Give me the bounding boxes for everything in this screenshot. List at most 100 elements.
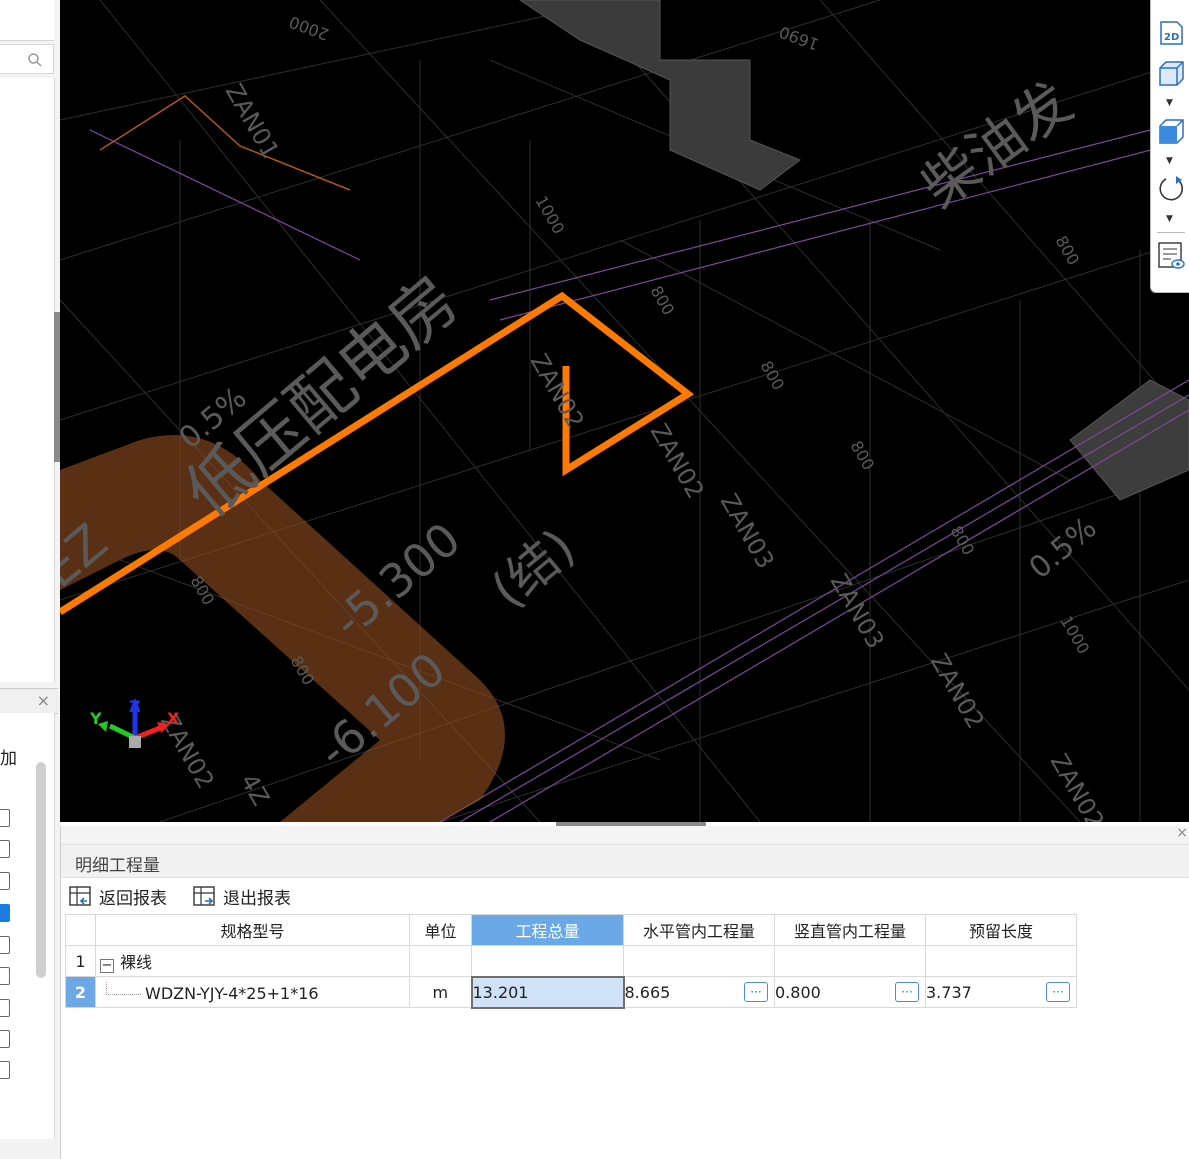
- vertical-value: 0.800: [775, 982, 821, 1002]
- dim-label: 800: [757, 358, 789, 394]
- left-checkbox[interactable]: [0, 809, 10, 827]
- axis-x-label: X: [167, 709, 180, 728]
- view-toolbar: 2D ▼ ▼ ▼: [1150, 0, 1189, 293]
- cube-face-icon[interactable]: [1156, 116, 1186, 146]
- row-number: 2: [65, 976, 96, 1008]
- detail-quantity-table: 规格型号 单位 工程总量 水平管内工程量 竖直管内工程量 预留长度 1 − 裸线 …: [65, 914, 1077, 1009]
- tree-connector: [106, 981, 141, 995]
- total-cell[interactable]: [471, 945, 624, 977]
- left-checkbox[interactable]: [0, 967, 10, 985]
- chevron-down-icon[interactable]: ▼: [1166, 214, 1173, 224]
- return-report-label: 返回报表: [99, 889, 167, 909]
- more-button[interactable]: ···: [1046, 982, 1070, 1002]
- chevron-down-icon[interactable]: ▼: [1166, 156, 1173, 166]
- chevron-down-icon[interactable]: ▼: [1166, 98, 1173, 108]
- horizontal-cell[interactable]: [623, 945, 775, 977]
- unit-cell: m: [409, 976, 472, 1008]
- left-top-box[interactable]: [0, 0, 54, 41]
- unit-cell: [409, 945, 472, 977]
- table-return-icon: [69, 885, 91, 906]
- spec-cell[interactable]: − 裸线: [95, 945, 410, 977]
- conduit-line: [99, 95, 351, 191]
- dim-label: 800: [947, 523, 979, 559]
- left-checkbox[interactable]: [0, 999, 10, 1017]
- search-icon: [28, 53, 42, 67]
- exit-report-button[interactable]: 退出报表: [193, 884, 291, 909]
- dim-label: 1690: [777, 22, 822, 54]
- total-cell[interactable]: 13.201: [470, 975, 625, 1009]
- dim-label: 800: [1052, 233, 1084, 269]
- left-add-label: 加: [0, 749, 17, 769]
- left-checkbox[interactable]: [0, 1061, 10, 1079]
- detail-quantity-panel: × 明细工程量 返回报表 退出报表 规格型号 单位 工程总量 水平管内工程量 竖…: [60, 825, 1189, 1159]
- axis-z-label: Z: [129, 697, 141, 716]
- 2d-view-icon[interactable]: 2D: [1156, 18, 1186, 48]
- rotate-icon[interactable]: [1156, 174, 1186, 204]
- column-header-vertical[interactable]: 竖直管内工程量: [774, 914, 926, 946]
- more-button[interactable]: ···: [744, 982, 768, 1002]
- dim-label: 1000: [532, 193, 569, 238]
- panel-top-bar: ×: [61, 825, 1189, 845]
- left-lower-panel-header: ×: [0, 688, 58, 714]
- column-header-total[interactable]: 工程总量: [471, 914, 624, 946]
- column-header-horizontal[interactable]: 水平管内工程量: [623, 914, 775, 946]
- table-row[interactable]: 2 WDZN-YJY-4*25+1*16 m 13.201 8.665 ··· 0…: [65, 975, 1077, 1009]
- axis-y-label: Y: [89, 709, 102, 728]
- panel-title-bar: 明细工程量: [61, 845, 1189, 878]
- close-icon[interactable]: ×: [1176, 825, 1188, 841]
- spec-text: 裸线: [120, 953, 153, 972]
- left-tree-list[interactable]: [0, 78, 55, 682]
- column-header-reserved[interactable]: 预留长度: [925, 914, 1077, 946]
- row-number: 1: [65, 945, 96, 977]
- exit-report-label: 退出报表: [223, 889, 291, 909]
- table-header-row: 规格型号 单位 工程总量 水平管内工程量 竖直管内工程量 预留长度: [65, 914, 1077, 946]
- left-checkbox[interactable]: [0, 872, 10, 890]
- left-checkbox[interactable]: [0, 1030, 10, 1048]
- viewport-canvas: 柴油发 低压配电房 (结) -5.300 -6.100 0.5% 0.5% EZ…: [60, 0, 1189, 822]
- slope-label-2: 0.5%: [1023, 510, 1104, 586]
- more-button[interactable]: ···: [895, 982, 919, 1002]
- structure-label: (结): [480, 518, 585, 620]
- vertical-cell[interactable]: [774, 945, 926, 977]
- pipe-label: ZAN02: [925, 649, 990, 733]
- left-search-input[interactable]: [0, 44, 54, 74]
- layer-visibility-icon[interactable]: [1156, 240, 1186, 270]
- pipe-label: ZAN03: [715, 489, 780, 573]
- reserved-cell[interactable]: [925, 945, 1077, 977]
- pipe-label: ZAN03: [825, 569, 890, 653]
- left-checkbox[interactable]: [0, 936, 10, 954]
- reserved-cell[interactable]: 3.737 ···: [925, 976, 1077, 1008]
- left-checkbox[interactable]: [0, 904, 10, 922]
- left-scrollbar[interactable]: [36, 762, 46, 978]
- row-number-header: [65, 914, 96, 946]
- structural-slab: [519, 0, 802, 191]
- toolbar-divider: [1157, 232, 1185, 233]
- column-header-spec[interactable]: 规格型号: [95, 914, 410, 946]
- 3d-viewport[interactable]: 柴油发 低压配电房 (结) -5.300 -6.100 0.5% 0.5% EZ…: [60, 0, 1189, 822]
- return-report-button[interactable]: 返回报表: [69, 884, 167, 909]
- dim-label: 800: [847, 438, 879, 474]
- pipe-label: ZAN02: [1045, 749, 1110, 822]
- close-icon[interactable]: ×: [37, 691, 50, 710]
- column-header-unit[interactable]: 单位: [409, 914, 472, 946]
- table-row[interactable]: 1 − 裸线: [65, 945, 1077, 977]
- left-checkbox[interactable]: [0, 840, 10, 858]
- air-duct: [60, 435, 505, 822]
- dim-label: 1000: [1057, 613, 1094, 658]
- horizontal-value: 8.665: [624, 982, 671, 1002]
- dim-label: 2000: [287, 12, 332, 44]
- cube-view-icon[interactable]: [1156, 58, 1186, 88]
- dim-label: 800: [647, 283, 679, 319]
- spec-cell[interactable]: WDZN-YJY-4*25+1*16: [95, 976, 410, 1008]
- table-exit-icon: [193, 885, 215, 906]
- left-side-panel: × 加: [0, 0, 60, 1159]
- pipe-label: 4Z: [235, 769, 275, 810]
- svg-text:2D: 2D: [1164, 32, 1179, 43]
- panel-title: 明细工程量: [75, 856, 160, 876]
- spec-text: WDZN-YJY-4*25+1*16: [145, 983, 319, 1003]
- panel-toolbar: 返回报表 退出报表: [61, 878, 1189, 912]
- reserved-value: 3.737: [926, 982, 972, 1002]
- collapse-toggle-icon[interactable]: −: [100, 959, 114, 973]
- vertical-cell[interactable]: 0.800 ···: [774, 976, 926, 1008]
- horizontal-cell[interactable]: 8.665 ···: [623, 976, 775, 1008]
